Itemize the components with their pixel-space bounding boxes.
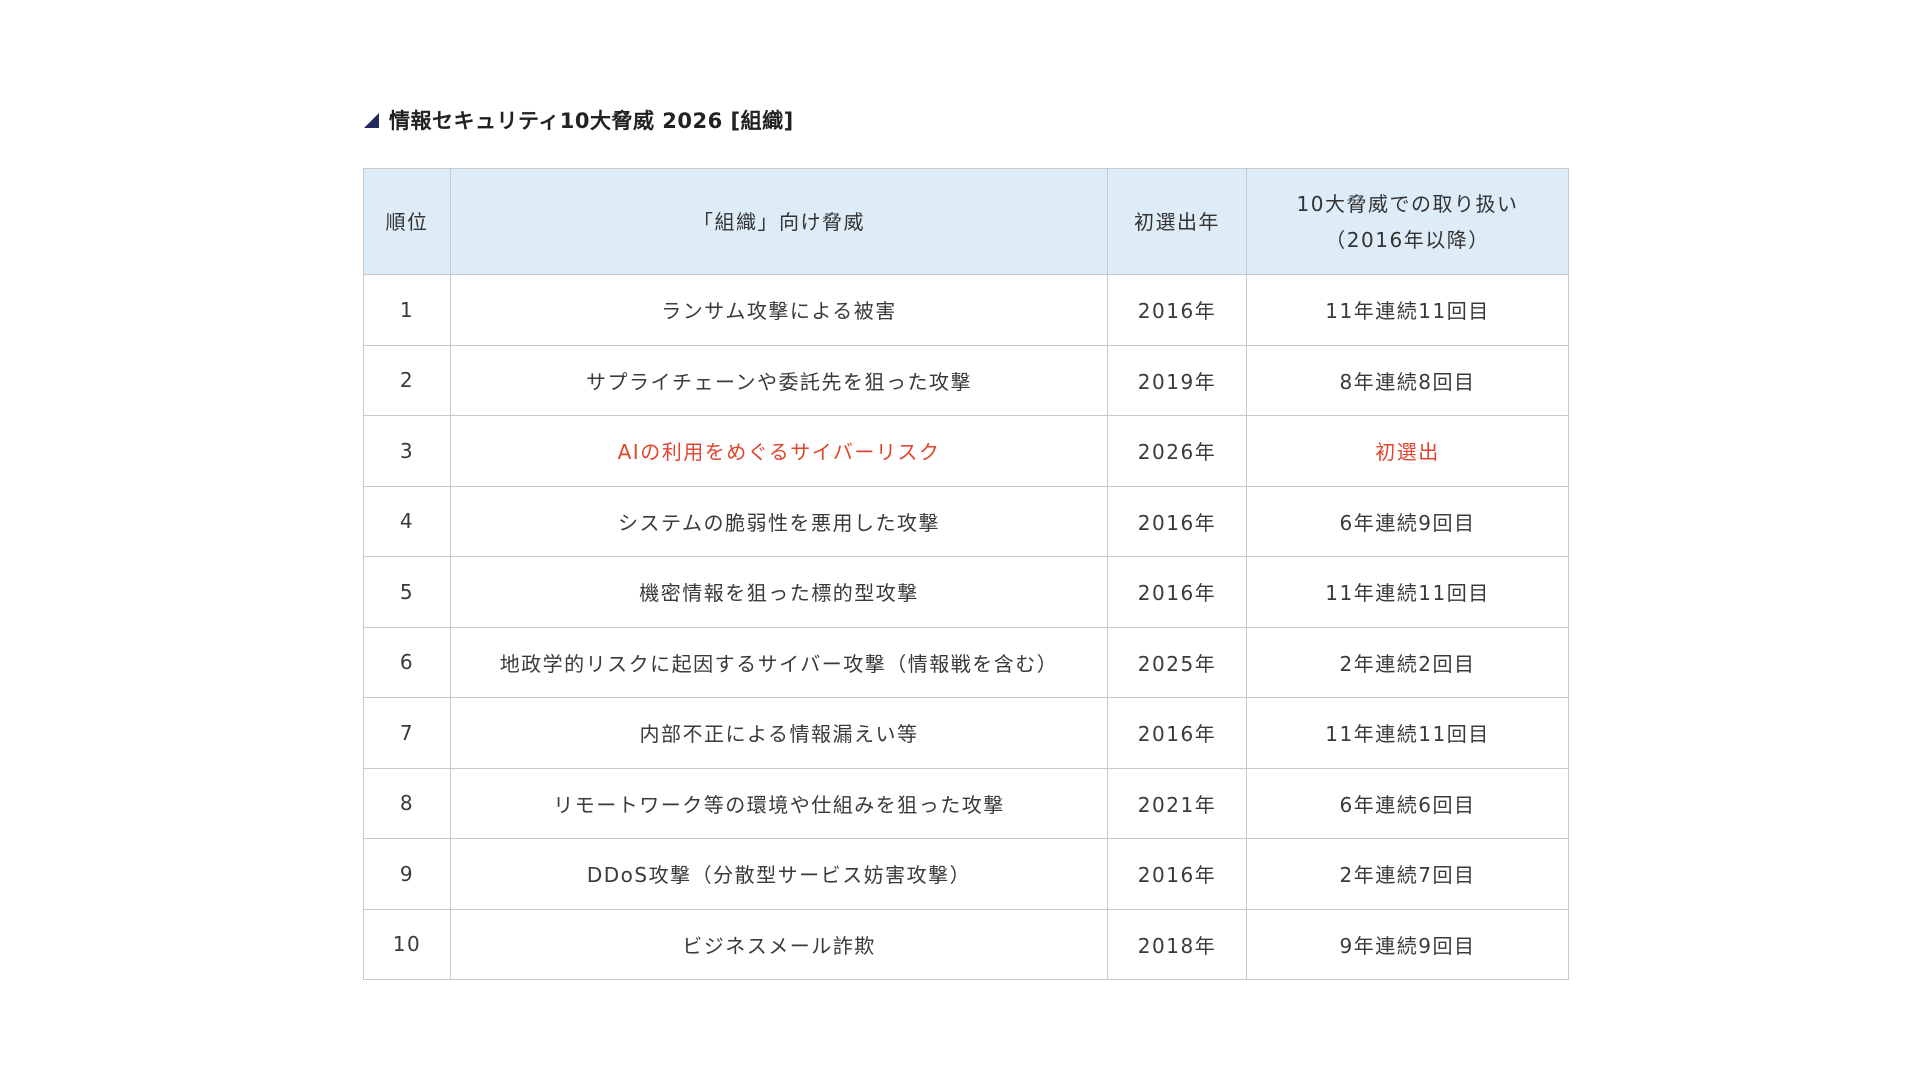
cell-threat: ビジネスメール詐欺 xyxy=(450,908,1108,980)
cell-rank: 7 xyxy=(363,697,451,769)
table-header-row: 順位 「組織」向け脅威 初選出年 10大脅威での取り扱い （2016年以降） xyxy=(363,168,1569,275)
header-history: 10大脅威での取り扱い （2016年以降） xyxy=(1246,168,1569,275)
table-row: 2 サプライチェーンや委託先を狙った攻撃 2019年 8年連続8回目 xyxy=(363,344,1569,416)
cell-history: 8年連続8回目 xyxy=(1246,344,1569,416)
cell-threat: 機密情報を狙った標的型攻撃 xyxy=(450,556,1108,628)
cell-first-year: 2018年 xyxy=(1107,908,1247,980)
table-row: 6 地政学的リスクに起因するサイバー攻撃（情報戦を含む） 2025年 2年連続2… xyxy=(363,626,1569,698)
cell-threat: DDoS攻撃（分散型サービス妨害攻撃） xyxy=(450,838,1108,910)
cell-first-year: 2016年 xyxy=(1107,485,1247,557)
table-row: 7 内部不正による情報漏えい等 2016年 11年連続11回目 xyxy=(363,697,1569,769)
section-heading: 情報セキュリティ10大脅威 2026 [組織] xyxy=(363,104,1568,136)
section-title: 情報セキュリティ10大脅威 2026 [組織] xyxy=(389,109,794,133)
header-rank: 順位 xyxy=(363,168,451,275)
table-row: 8 リモートワーク等の環境や仕組みを狙った攻撃 2021年 6年連続6回目 xyxy=(363,767,1569,839)
header-first-year: 初選出年 xyxy=(1107,168,1247,275)
cell-first-year: 2016年 xyxy=(1107,274,1247,346)
cell-history: 9年連続9回目 xyxy=(1246,908,1569,980)
cell-rank: 10 xyxy=(363,908,451,980)
cell-first-year: 2021年 xyxy=(1107,767,1247,839)
threat-ranking-section: 情報セキュリティ10大脅威 2026 [組織] 順位 「組織」向け脅威 初選出年… xyxy=(363,104,1569,980)
cell-rank: 8 xyxy=(363,767,451,839)
cell-history: 2年連続7回目 xyxy=(1246,838,1569,910)
cell-threat: サプライチェーンや委託先を狙った攻撃 xyxy=(450,344,1108,416)
cell-history: 6年連続9回目 xyxy=(1246,485,1569,557)
cell-threat: 地政学的リスクに起因するサイバー攻撃（情報戦を含む） xyxy=(450,626,1108,698)
cell-rank: 6 xyxy=(363,626,451,698)
cell-first-year: 2016年 xyxy=(1107,697,1247,769)
cell-history-highlighted: 初選出 xyxy=(1246,415,1569,487)
cell-threat: システムの脆弱性を悪用した攻撃 xyxy=(450,485,1108,557)
cell-history: 11年連続11回目 xyxy=(1246,274,1569,346)
triangle-marker-icon xyxy=(364,112,379,128)
cell-threat: リモートワーク等の環境や仕組みを狙った攻撃 xyxy=(450,767,1108,839)
cell-first-year: 2025年 xyxy=(1107,626,1247,698)
cell-history: 2年連続2回目 xyxy=(1246,626,1569,698)
table-row: 1 ランサム攻撃による被害 2016年 11年連続11回目 xyxy=(363,274,1569,346)
threat-ranking-table: 順位 「組織」向け脅威 初選出年 10大脅威での取り扱い （2016年以降） 1… xyxy=(363,168,1569,980)
cell-first-year: 2016年 xyxy=(1107,838,1247,910)
cell-history: 11年連続11回目 xyxy=(1246,697,1569,769)
header-history-line2: （2016年以降） xyxy=(1325,227,1490,252)
cell-history: 6年連続6回目 xyxy=(1246,767,1569,839)
cell-rank: 5 xyxy=(363,556,451,628)
cell-threat: ランサム攻撃による被害 xyxy=(450,274,1108,346)
table-row: 9 DDoS攻撃（分散型サービス妨害攻撃） 2016年 2年連続7回目 xyxy=(363,838,1569,910)
cell-rank: 3 xyxy=(363,415,451,487)
cell-first-year: 2019年 xyxy=(1107,344,1247,416)
cell-first-year: 2016年 xyxy=(1107,556,1247,628)
cell-history: 11年連続11回目 xyxy=(1246,556,1569,628)
header-history-line1: 10大脅威での取り扱い xyxy=(1296,191,1519,216)
cell-threat-highlighted: AIの利用をめぐるサイバーリスク xyxy=(450,415,1108,487)
cell-rank: 1 xyxy=(363,274,451,346)
cell-rank: 9 xyxy=(363,838,451,910)
table-row: 5 機密情報を狙った標的型攻撃 2016年 11年連続11回目 xyxy=(363,556,1569,628)
header-threat: 「組織」向け脅威 xyxy=(450,168,1108,275)
cell-rank: 4 xyxy=(363,485,451,557)
cell-rank: 2 xyxy=(363,344,451,416)
cell-first-year: 2026年 xyxy=(1107,415,1247,487)
cell-threat: 内部不正による情報漏えい等 xyxy=(450,697,1108,769)
table-row-highlighted: 3 AIの利用をめぐるサイバーリスク 2026年 初選出 xyxy=(363,415,1569,487)
table-row: 4 システムの脆弱性を悪用した攻撃 2016年 6年連続9回目 xyxy=(363,485,1569,557)
table-row: 10 ビジネスメール詐欺 2018年 9年連続9回目 xyxy=(363,908,1569,980)
